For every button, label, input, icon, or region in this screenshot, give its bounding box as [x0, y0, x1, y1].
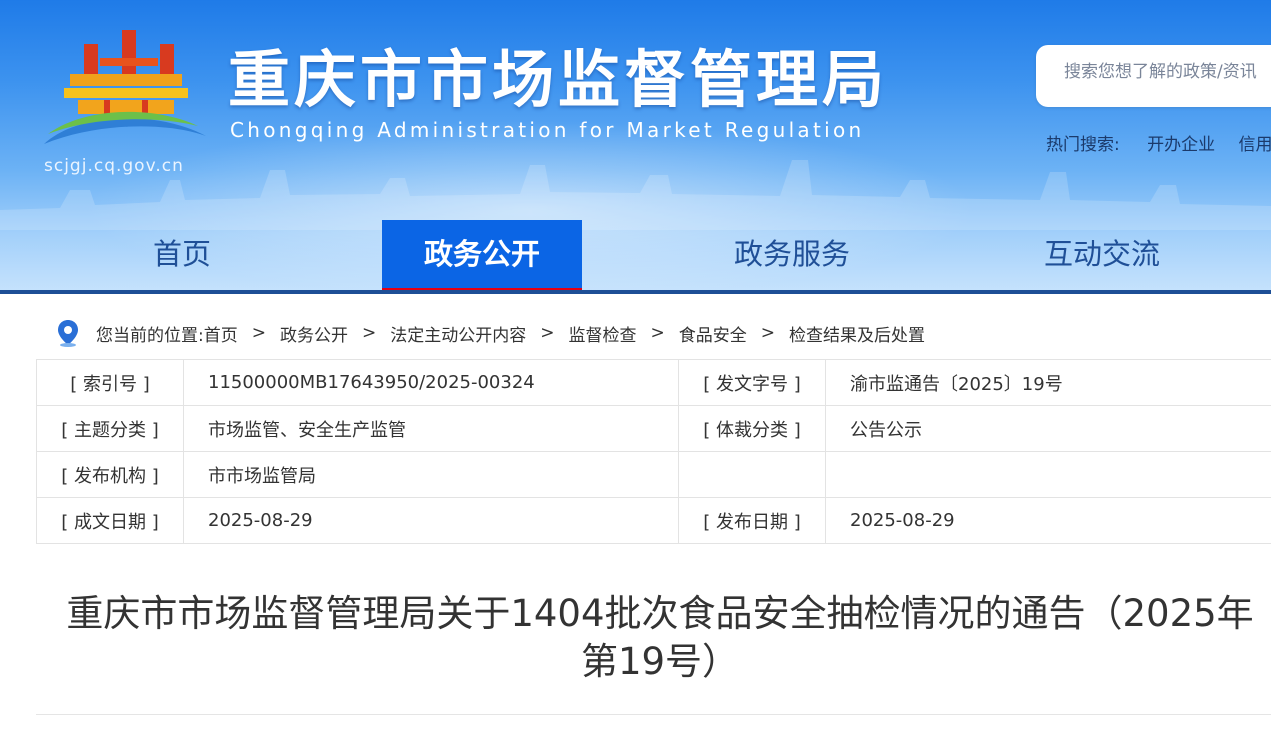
breadcrumb-statutory-content[interactable]: 法定主动公开内容 — [390, 321, 526, 346]
divider — [36, 714, 1271, 715]
breadcrumb-food-safety[interactable]: 食品安全 — [679, 321, 747, 346]
table-row: [ 发布机构 ] 市市场监管局 — [36, 451, 1271, 498]
document-info-table: [ 索引号 ] 11500000MB17643950/2025-00324 [ … — [36, 359, 1271, 544]
hot-search-label: 热门搜索: — [1046, 135, 1120, 155]
breadcrumb: 您当前的位置: 首页 > 政务公开 > 法定主动公开内容 > 监督检查 > 食品… — [56, 318, 925, 348]
breadcrumb-separator: > — [540, 323, 555, 343]
info-value: 2025-08-29 — [825, 497, 1271, 544]
info-value: 公告公示 — [825, 405, 1271, 452]
nav-item-government-services[interactable]: 政务服务 — [692, 220, 892, 294]
table-row: [ 成文日期 ] 2025-08-29 [ 发布日期 ] 2025-08-29 — [36, 497, 1271, 544]
main-nav: 首页 政务公开 政务服务 互动交流 — [0, 220, 1271, 294]
info-key: [ 索引号 ] — [36, 359, 184, 406]
breadcrumb-separator: > — [760, 323, 775, 343]
hot-search-link[interactable]: 开办企业 — [1147, 135, 1215, 155]
info-value: 2025-08-29 — [183, 497, 679, 544]
hot-search-link[interactable]: 信用 — [1239, 135, 1271, 155]
info-value: 11500000MB17643950/2025-00324 — [183, 359, 679, 406]
info-key: [ 体裁分类 ] — [678, 405, 826, 452]
info-key: [ 发文字号 ] — [678, 359, 826, 406]
search-input[interactable] — [1062, 61, 1271, 83]
table-row: [ 主题分类 ] 市场监管、安全生产监管 [ 体裁分类 ] 公告公示 — [36, 405, 1271, 452]
info-key: [ 发布日期 ] — [678, 497, 826, 544]
site-title: 重庆市市场监督管理局 — [228, 43, 889, 116]
site-header: scjgj.cq.gov.cn 重庆市市场监督管理局 Chongqing Adm… — [0, 0, 1271, 294]
breadcrumb-separator: > — [650, 323, 665, 343]
info-value — [825, 451, 1271, 498]
breadcrumb-inspection-results[interactable]: 检查结果及后处置 — [789, 321, 925, 346]
site-url: scjgj.cq.gov.cn — [44, 156, 184, 176]
location-pin-icon — [58, 320, 78, 347]
info-value: 市市场监管局 — [183, 451, 679, 498]
breadcrumb-government-affairs[interactable]: 政务公开 — [280, 321, 348, 346]
site-logo — [44, 30, 206, 144]
info-key: [ 发布机构 ] — [36, 451, 184, 498]
info-value: 市场监管、安全生产监管 — [183, 405, 679, 452]
nav-item-home[interactable]: 首页 — [82, 220, 282, 294]
breadcrumb-home[interactable]: 首页 — [204, 321, 238, 346]
nav-item-government-affairs-public[interactable]: 政务公开 — [382, 220, 582, 294]
hot-search: 热门搜索: 开办企业 信用 — [1046, 130, 1271, 155]
nav-divider — [0, 290, 1271, 294]
city-skyline-decoration — [0, 160, 1271, 230]
breadcrumb-separator: > — [251, 323, 266, 343]
breadcrumb-separator: > — [361, 323, 377, 343]
breadcrumb-supervision[interactable]: 监督检查 — [568, 321, 636, 346]
info-key: [ 主题分类 ] — [36, 405, 184, 452]
article-title: 重庆市市场监督管理局关于1404批次食品安全抽检情况的通告（2025年第19号） — [66, 592, 1254, 683]
nav-item-interaction[interactable]: 互动交流 — [1002, 220, 1202, 294]
table-row: [ 索引号 ] 11500000MB17643950/2025-00324 [ … — [36, 359, 1271, 406]
breadcrumb-prefix: 您当前的位置: — [96, 325, 204, 346]
info-key — [678, 451, 826, 498]
info-value: 渝市监通告〔2025〕19号 — [825, 359, 1271, 406]
search-box — [1036, 45, 1271, 107]
site-subtitle: Chongqing Administration for Market Regu… — [230, 118, 865, 142]
info-key: [ 成文日期 ] — [36, 497, 184, 544]
